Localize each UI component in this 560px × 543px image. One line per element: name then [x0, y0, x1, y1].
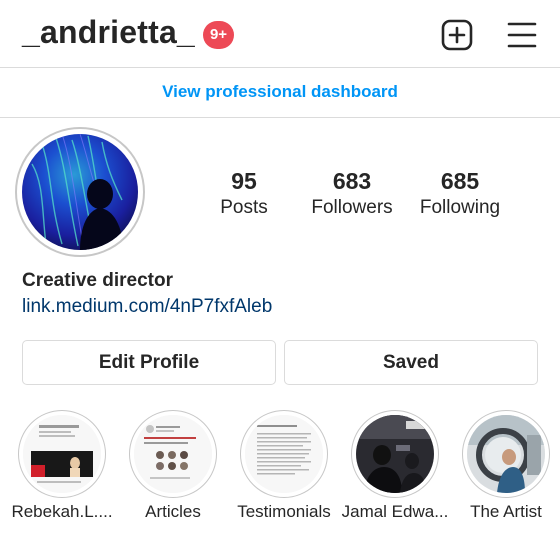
highlight-thumbnail [134, 415, 212, 493]
hamburger-menu-icon[interactable] [507, 21, 537, 49]
followers-label: Followers [311, 197, 393, 218]
highlight-jamal[interactable] [351, 410, 439, 498]
highlight-rebekah[interactable] [18, 410, 106, 498]
view-professional-dashboard-link[interactable]: View professional dashboard [162, 82, 398, 101]
bio-name: Creative director [22, 270, 174, 291]
posts-label: Posts [220, 197, 268, 218]
top-header: _andrietta_ 9+ [0, 0, 560, 68]
profile-avatar[interactable] [15, 127, 145, 257]
stat-posts[interactable]: 95 Posts [204, 168, 284, 221]
posts-count: 95 [231, 168, 257, 194]
highlight-articles[interactable] [129, 410, 217, 498]
highlight-thumbnail [245, 415, 323, 493]
following-count: 685 [440, 168, 480, 194]
highlight-label-articles: Articles [145, 502, 201, 521]
highlight-testimonials[interactable] [240, 410, 328, 498]
avatar-image [22, 134, 138, 250]
bio-link[interactable]: link.medium.com/4nP7fxfAleb [22, 296, 272, 318]
highlight-label-testimonials: Testimonials [237, 502, 331, 521]
following-label: Following [419, 197, 501, 218]
highlight-thumbnail [23, 415, 101, 493]
highlight-label-the-artist: The Artist [470, 502, 542, 521]
highlight-label-jamal: Jamal Edwa... [341, 502, 449, 521]
stat-following[interactable]: 685 Following [410, 168, 510, 221]
edit-profile-button[interactable]: Edit Profile [22, 340, 276, 385]
stat-followers[interactable]: 683 Followers [302, 168, 402, 221]
highlight-the-artist[interactable] [462, 410, 550, 498]
plus-square-icon[interactable] [441, 19, 473, 51]
saved-button[interactable]: Saved [284, 340, 538, 385]
professional-dashboard-bar: View professional dashboard [0, 68, 560, 118]
highlight-label-rebekah: Rebekah.L.... [11, 502, 113, 521]
followers-count: 683 [332, 168, 372, 194]
highlight-thumbnail [356, 415, 434, 493]
username-title[interactable]: _andrietta_ [22, 14, 195, 51]
highlight-thumbnail [467, 415, 545, 493]
notification-badge[interactable]: 9+ [203, 21, 234, 49]
